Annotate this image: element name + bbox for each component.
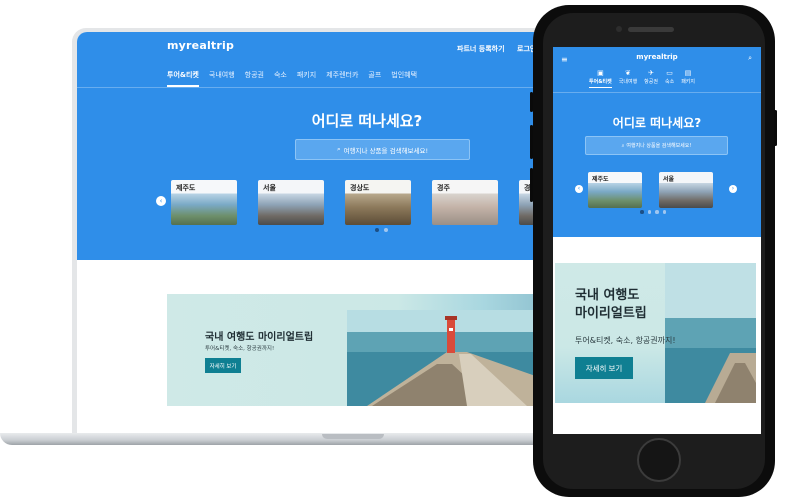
search-bar[interactable]: ⌕ 여행지나 상품을 검색해보세요! xyxy=(585,136,728,155)
phone-nav-package[interactable]: ▤ 패키지 xyxy=(681,69,695,88)
phone-nav-domestic[interactable]: ❦ 국내여행 xyxy=(619,69,637,88)
leaf-icon: ❦ xyxy=(625,69,631,77)
banner-subtitle: 투어&티켓, 숙소, 항공권까지! xyxy=(575,336,676,345)
phone-nav-label: 국내여행 xyxy=(618,79,638,85)
airplane-icon: ✈ xyxy=(648,69,655,77)
lighthouse-pier-illustration xyxy=(665,263,756,403)
carousel-next-arrow-icon[interactable]: › xyxy=(729,185,737,193)
bed-icon: ▭ xyxy=(666,69,673,77)
nav-tab-jeju-rentacar[interactable]: 제주렌터카 xyxy=(326,70,358,87)
hero-title: 어디로 떠나세요? xyxy=(311,112,423,130)
phone-hero: ≡ myrealtrip ⌕ ▣ 투어&티켓 ❦ 국내여행 ✈ 항공권 ▭ 숙소… xyxy=(553,47,761,237)
carousel-prev-arrow-icon[interactable]: ‹ xyxy=(156,196,166,206)
city-card-jeju[interactable]: 제주도 xyxy=(171,180,237,225)
search-icon[interactable]: ⌕ xyxy=(748,54,752,63)
city-card-label: 경상도 xyxy=(350,184,370,192)
partner-register-link[interactable]: 파트너 등록하기 xyxy=(457,44,505,54)
phone-nav-label: 투어&티켓 xyxy=(589,78,612,88)
banner-title-line2: 마이리얼트립 xyxy=(575,306,647,321)
phone-screen: ≡ myrealtrip ⌕ ▣ 투어&티켓 ❦ 국내여행 ✈ 항공권 ▭ 숙소… xyxy=(553,47,761,434)
phone-nav-flights[interactable]: ✈ 항공권 xyxy=(644,69,658,88)
city-card-gyeongju[interactable]: 경주 xyxy=(432,180,498,225)
phone-nav-label: 패키지 xyxy=(681,79,695,85)
carousel-indicator xyxy=(640,210,666,214)
carousel-prev-arrow-icon[interactable]: ‹ xyxy=(575,185,583,193)
carousel-dot[interactable] xyxy=(662,210,666,214)
carousel-dot[interactable] xyxy=(655,210,659,214)
banner-title: 국내 여행도 마이리얼트립 xyxy=(575,287,647,323)
city-card-gyeongsang[interactable]: 경상도 xyxy=(345,180,411,225)
device-mockup: myrealtrip 파트너 등록하기 로그인 투어&티켓 국내여행 항공권 숙… xyxy=(0,0,800,501)
nav-tab-domestic[interactable]: 국내여행 xyxy=(209,70,235,87)
nav-tab-tour-ticket[interactable]: 투어&티켓 xyxy=(167,70,199,87)
city-card-label: 제주도 xyxy=(176,184,196,192)
front-camera-icon xyxy=(616,26,622,32)
phone-category-nav: ▣ 투어&티켓 ❦ 국내여행 ✈ 항공권 ▭ 숙소 ▤ 패키지 xyxy=(589,69,695,88)
city-card-seoul[interactable]: 서울 xyxy=(258,180,324,225)
carousel-dot[interactable] xyxy=(384,228,388,232)
phone-mute-switch xyxy=(530,92,533,112)
phone-volume-down xyxy=(530,168,533,202)
carousel-dot[interactable] xyxy=(647,210,651,214)
carousel-dot-active[interactable] xyxy=(640,210,644,214)
nav-divider xyxy=(553,92,761,93)
laptop-category-nav: 투어&티켓 국내여행 항공권 숙소 패키지 제주렌터카 골프 법인혜택 xyxy=(167,70,427,87)
nav-tab-package[interactable]: 패키지 xyxy=(297,70,316,87)
search-bar[interactable]: ⌕ 여행지나 상품을 검색해보세요! xyxy=(295,139,470,160)
nav-divider xyxy=(77,87,587,88)
hero-title: 어디로 떠나세요? xyxy=(612,116,702,130)
search-placeholder: 여행지나 상품을 검색해보세요! xyxy=(626,143,692,149)
nav-tab-corporate[interactable]: 법인혜택 xyxy=(391,70,417,87)
city-card-seoul[interactable]: 서울 xyxy=(659,172,713,208)
city-card-jeju[interactable]: 제주도 xyxy=(588,172,642,208)
banner-detail-button[interactable]: 자세히 보기 xyxy=(575,357,633,379)
earpiece-speaker xyxy=(628,27,674,32)
banner-title: 국내 여행도 마이리얼트립 xyxy=(205,332,314,343)
laptop-base xyxy=(0,433,600,445)
ticket-icon: ▣ xyxy=(597,69,604,77)
home-button[interactable] xyxy=(637,438,681,482)
phone-nav-label: 항공권 xyxy=(644,79,658,85)
promo-banner[interactable]: 국내 여행도 마이리얼트립 투어&티켓, 숙소, 항공권까지! 자세히 보기 xyxy=(555,263,756,403)
laptop-hinge-notch xyxy=(322,434,384,439)
search-placeholder: 여행지나 상품을 검색해보세요! xyxy=(343,146,429,155)
laptop-screen: myrealtrip 파트너 등록하기 로그인 투어&티켓 국내여행 항공권 숙… xyxy=(77,32,587,434)
banner-detail-button[interactable]: 자세히 보기 xyxy=(205,358,241,373)
city-card-label: 경주 xyxy=(437,184,450,192)
phone-power-button xyxy=(774,110,777,146)
banner-title-line1: 국내 여행도 xyxy=(575,288,640,303)
carousel-dot-active[interactable] xyxy=(375,228,379,232)
bag-icon: ▤ xyxy=(684,69,692,77)
carousel-indicator xyxy=(375,228,388,232)
phone-nav-label: 숙소 xyxy=(664,79,675,85)
phone-nav-lodging[interactable]: ▭ 숙소 xyxy=(665,69,674,88)
nav-tab-golf[interactable]: 골프 xyxy=(368,70,381,87)
phone-nav-tour-ticket[interactable]: ▣ 투어&티켓 xyxy=(589,69,612,88)
laptop-logo[interactable]: myrealtrip xyxy=(167,39,234,52)
city-card-label: 서울 xyxy=(263,184,276,192)
search-icon: ⌕ xyxy=(621,142,625,149)
phone-volume-up xyxy=(530,125,533,159)
city-card-label: 서울 xyxy=(663,176,675,183)
laptop-hero: myrealtrip 파트너 등록하기 로그인 투어&티켓 국내여행 항공권 숙… xyxy=(77,32,587,260)
city-card-label: 제주도 xyxy=(592,176,609,183)
search-icon: ⌕ xyxy=(336,145,341,153)
promo-banner[interactable]: 국내 여행도 마이리얼트립 투어&티켓, 숙소, 항공권까지! 자세히 보기 xyxy=(167,294,587,406)
banner-subtitle: 투어&티켓, 숙소, 항공권까지! xyxy=(205,346,275,352)
nav-tab-flights[interactable]: 항공권 xyxy=(245,70,264,87)
nav-tab-lodging[interactable]: 숙소 xyxy=(274,70,287,87)
phone-logo[interactable]: myrealtrip xyxy=(553,53,761,61)
